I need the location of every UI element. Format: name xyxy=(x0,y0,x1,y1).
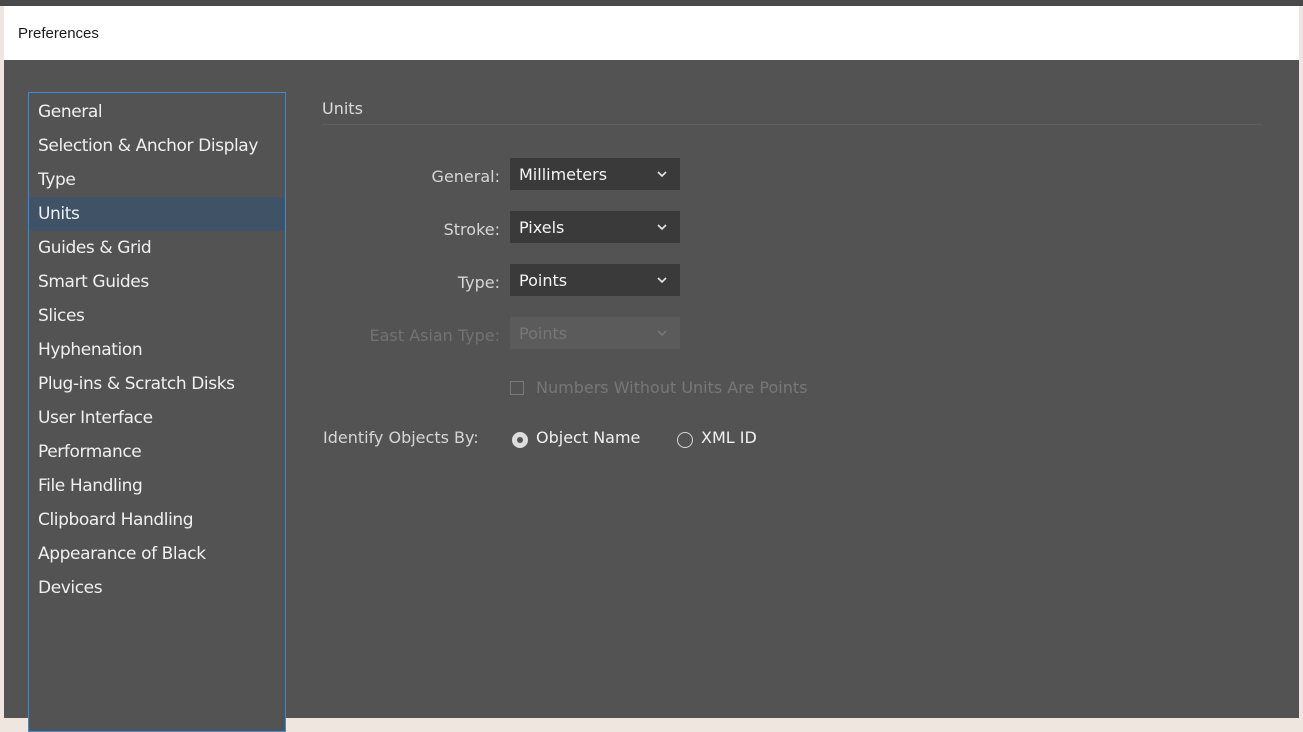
section-title: Units xyxy=(322,99,363,118)
sidebar-item-user-interface[interactable]: User Interface xyxy=(29,401,285,435)
type-units-value: Points xyxy=(519,271,568,290)
sidebar-item-file-handling[interactable]: File Handling xyxy=(29,469,285,503)
sidebar-item-clipboard-handling[interactable]: Clipboard Handling xyxy=(29,503,285,537)
sidebar-item-units[interactable]: Units xyxy=(29,197,285,231)
type-units-select[interactable]: Points xyxy=(510,264,680,296)
stroke-units-label: Stroke: xyxy=(443,220,500,239)
sidebar-item-general[interactable]: General xyxy=(29,95,285,129)
chevron-down-icon xyxy=(657,224,667,231)
title-bar: Preferences xyxy=(4,6,1299,60)
sidebar-item-plugins-scratch-disks[interactable]: Plug-ins & Scratch Disks xyxy=(29,367,285,401)
numbers-without-units-checkbox xyxy=(510,381,524,395)
type-units-label: Type: xyxy=(457,273,500,292)
stroke-units-select[interactable]: Pixels xyxy=(510,211,680,243)
sidebar-item-performance[interactable]: Performance xyxy=(29,435,285,469)
east-asian-type-label: East Asian Type: xyxy=(369,326,500,345)
general-units-select[interactable]: Millimeters xyxy=(510,158,680,190)
preferences-category-list[interactable]: General Selection & Anchor Display Type … xyxy=(28,92,286,732)
east-asian-type-value: Points xyxy=(519,324,568,343)
sidebar-item-guides-grid[interactable]: Guides & Grid xyxy=(29,231,285,265)
sidebar-item-devices[interactable]: Devices xyxy=(29,571,285,605)
identify-objects-label: Identify Objects By: xyxy=(323,428,479,447)
sidebar-item-slices[interactable]: Slices xyxy=(29,299,285,333)
identify-object-name-option[interactable]: Object Name xyxy=(536,428,640,447)
numbers-without-units-label: Numbers Without Units Are Points xyxy=(536,378,808,397)
dialog-title: Preferences xyxy=(18,25,99,42)
identify-xml-id-option[interactable]: XML ID xyxy=(701,428,757,447)
sidebar-item-appearance-of-black[interactable]: Appearance of Black xyxy=(29,537,285,571)
sidebar-item-type[interactable]: Type xyxy=(29,163,285,197)
east-asian-type-select: Points xyxy=(510,317,680,349)
sidebar-item-hyphenation[interactable]: Hyphenation xyxy=(29,333,285,367)
sidebar-item-selection-anchor-display[interactable]: Selection & Anchor Display xyxy=(29,129,285,163)
chevron-down-icon xyxy=(657,171,667,178)
stroke-units-value: Pixels xyxy=(519,218,565,237)
general-units-label: General: xyxy=(431,167,500,186)
radio-selected-icon[interactable] xyxy=(512,432,528,448)
section-divider xyxy=(322,124,1262,125)
chevron-down-icon xyxy=(657,330,667,337)
sidebar-item-smart-guides[interactable]: Smart Guides xyxy=(29,265,285,299)
radio-unselected-icon[interactable] xyxy=(677,432,693,448)
chevron-down-icon xyxy=(657,277,667,284)
general-units-value: Millimeters xyxy=(519,165,608,184)
